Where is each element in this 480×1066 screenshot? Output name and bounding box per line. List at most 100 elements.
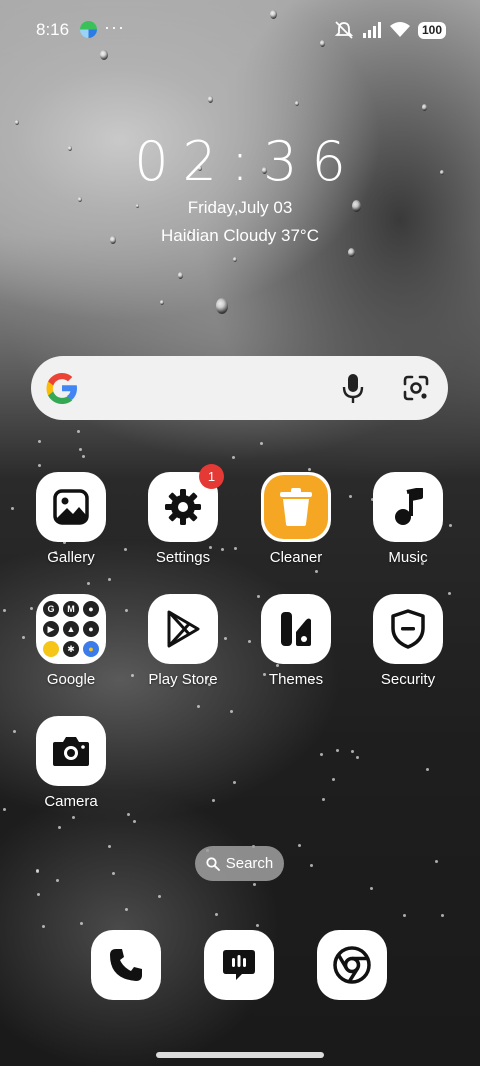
water-speck (82, 455, 85, 458)
shield-icon (373, 594, 443, 664)
water-speck (108, 845, 111, 848)
water-speck (133, 820, 136, 823)
dock-messages[interactable] (204, 930, 274, 1000)
folder-app-icon: ▶ (43, 621, 59, 637)
app-label: Security (380, 671, 436, 688)
app-search-button[interactable]: Search (195, 846, 284, 881)
app-settings[interactable]: 1 Settings (133, 464, 233, 566)
home-indicator[interactable] (156, 1052, 324, 1058)
clock-date[interactable]: Friday,July 03 (0, 198, 480, 218)
weather-info[interactable]: Haidian Cloudy 37°C (0, 226, 480, 246)
water-speck (332, 778, 335, 781)
folder-app-icon: ✱ (63, 641, 79, 657)
folder-app-icon: ● (83, 641, 99, 657)
water-speck (37, 893, 40, 896)
water-speck (38, 464, 41, 467)
mute-icon (334, 21, 354, 39)
signal-icon (362, 22, 381, 38)
raindrop (208, 96, 213, 103)
water-speck (3, 808, 6, 811)
themes-icon (261, 594, 331, 664)
message-icon (223, 950, 255, 980)
status-time: 8:16 (36, 20, 70, 39)
water-speck (336, 749, 339, 752)
app-folder-google[interactable]: G M ● ▶ ▲ ● ● ✱ ● Google (21, 594, 121, 688)
water-speck (79, 448, 82, 451)
more-notifications-indicator: ··· (104, 17, 125, 37)
app-label: Gallery (47, 549, 95, 566)
water-speck (253, 883, 256, 886)
chrome-icon (333, 946, 371, 984)
app-music[interactable]: Music (358, 472, 458, 566)
water-speck (125, 609, 128, 612)
search-icon (206, 856, 220, 871)
folder-app-icon: ● (83, 601, 99, 617)
wifi-icon (389, 22, 410, 37)
dock-chrome[interactable] (317, 930, 387, 1000)
play-store-icon (148, 594, 218, 664)
clock-time[interactable]: 02:36 (0, 130, 480, 193)
water-speck (441, 914, 444, 917)
water-speck (212, 799, 215, 802)
google-lens-icon[interactable] (402, 374, 430, 402)
home-screen: 8:16 ··· 100 02:36 Friday,July 03 Haidia… (0, 0, 480, 1066)
raindrop (100, 50, 108, 61)
water-speck (435, 860, 438, 863)
app-camera[interactable]: Camera (21, 716, 121, 810)
camera-icon (36, 716, 106, 786)
water-speck (349, 495, 352, 498)
folder-app-icon: ● (83, 621, 99, 637)
notification-badge: 1 (199, 464, 224, 489)
raindrop (160, 300, 164, 306)
raindrop (422, 104, 427, 111)
microphone-icon[interactable] (342, 372, 364, 404)
app-security[interactable]: Security (358, 594, 458, 688)
water-speck (308, 468, 311, 471)
folder-app-grid: G M ● ▶ ▲ ● ● ✱ ● (43, 601, 99, 657)
app-label: Music (388, 549, 428, 566)
water-speck (56, 879, 59, 882)
water-speck (403, 914, 406, 917)
water-speck (124, 548, 127, 551)
water-speck (42, 925, 45, 928)
water-speck (426, 768, 429, 771)
app-themes[interactable]: Themes (246, 594, 346, 688)
water-speck (232, 456, 235, 459)
water-speck (234, 547, 237, 550)
app-label: Cleaner (269, 549, 323, 566)
water-speck (127, 813, 130, 816)
google-logo-icon (46, 373, 77, 404)
raindrop (15, 120, 19, 126)
water-speck (3, 609, 6, 612)
water-speck (260, 442, 263, 445)
google-search-bar[interactable] (31, 356, 448, 420)
folder-app-icon: M (63, 601, 79, 617)
raindrop (216, 298, 228, 314)
status-icons: 100 (334, 20, 446, 40)
trash-icon (261, 472, 331, 542)
water-speck (322, 798, 325, 801)
water-speck (197, 705, 200, 708)
phone-icon (110, 949, 142, 981)
water-speck (230, 710, 233, 713)
folder-app-icon: ▲ (63, 621, 79, 637)
raindrop (233, 257, 237, 263)
folder-icon: G M ● ▶ ▲ ● ● ✱ ● (36, 594, 106, 664)
dock-phone[interactable] (91, 930, 161, 1000)
folder-app-icon: ● (43, 641, 59, 657)
water-speck (370, 887, 373, 890)
app-play-store[interactable]: Play Store (133, 594, 233, 688)
water-speck (233, 781, 236, 784)
app-search-label: Search (225, 855, 274, 872)
app-notification-icon (80, 21, 97, 38)
raindrop (295, 101, 299, 107)
water-speck (256, 924, 259, 927)
water-speck (11, 507, 14, 510)
app-label: Themes (268, 671, 324, 688)
gallery-icon (36, 472, 106, 542)
water-speck (58, 826, 61, 829)
raindrop (178, 272, 183, 279)
app-cleaner[interactable]: Cleaner (246, 472, 346, 566)
app-gallery[interactable]: Gallery (21, 472, 121, 566)
app-label: Play Store (148, 671, 218, 688)
